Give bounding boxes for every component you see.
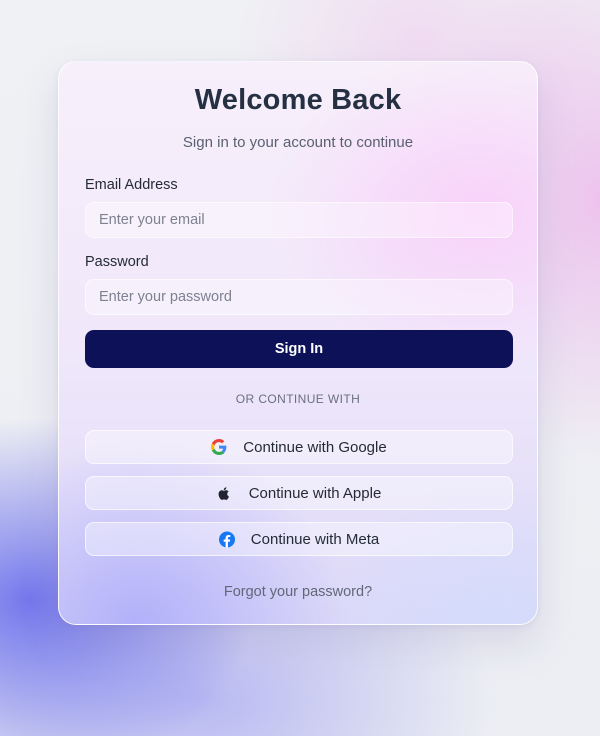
meta-sign-in-button[interactable]: Continue with Meta	[85, 522, 513, 556]
page-subtitle: Sign in to your account to continue	[182, 134, 414, 151]
email-field[interactable]	[85, 202, 513, 238]
password-field[interactable]	[85, 279, 513, 315]
sign-in-button[interactable]: Sign In	[85, 330, 513, 368]
apple-icon	[217, 485, 233, 501]
facebook-icon	[218, 531, 235, 547]
divider-text: OR CONTINUE WITH	[235, 392, 361, 406]
email-label: Email Address	[85, 177, 178, 193]
google-button-label: Continue with Google	[243, 438, 387, 456]
google-icon	[211, 439, 227, 455]
apple-sign-in-button[interactable]: Continue with Apple	[85, 476, 513, 510]
login-card: Welcome Back Sign in to your account to …	[58, 61, 538, 625]
forgot-password-link[interactable]: Forgot your password?	[59, 584, 537, 600]
password-label: Password	[85, 254, 149, 270]
apple-button-label: Continue with Apple	[248, 484, 382, 502]
google-sign-in-button[interactable]: Continue with Google	[85, 430, 513, 464]
meta-button-label: Continue with Meta	[250, 530, 380, 548]
page-title: Welcome Back	[194, 84, 402, 116]
